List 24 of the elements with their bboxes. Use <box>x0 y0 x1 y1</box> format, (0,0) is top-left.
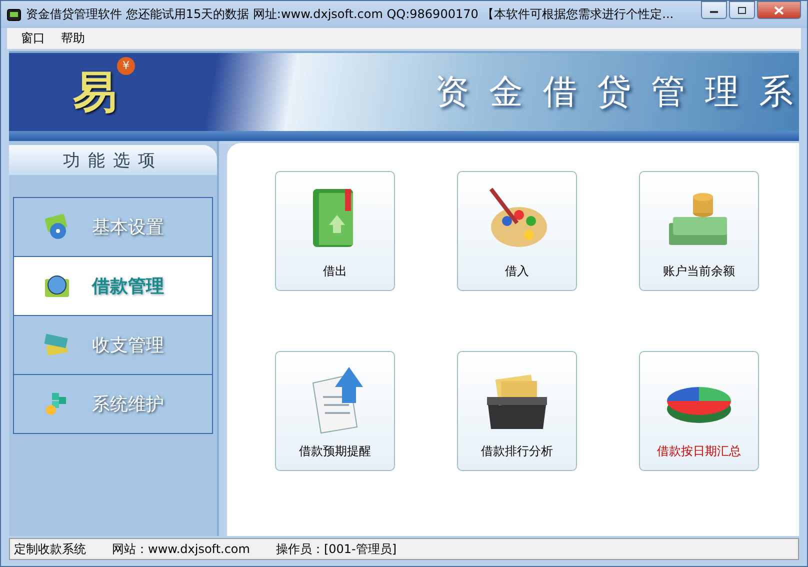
minimize-button[interactable] <box>701 1 727 19</box>
status-text: 定制收款系统 <box>14 540 86 558</box>
maximize-icon <box>737 6 747 14</box>
window-title: 资金借贷管理软件 您还能试用15天的数据 网址:www.dxjsoft.com QQ:986900170 【本软件可根据您需求进行个性定... <box>26 6 675 23</box>
function-tile[interactable]: 借款按日期汇总 <box>639 351 759 471</box>
banner-title: 资金借贷管理系 <box>435 71 807 114</box>
currency-badge: ¥ <box>117 56 135 74</box>
menu-item[interactable]: 帮助 <box>61 30 85 47</box>
globe-icon <box>42 273 72 299</box>
close-button[interactable] <box>757 1 801 19</box>
function-tile[interactable]: 借款预期提醒 <box>275 351 395 471</box>
sidebar-item[interactable]: 借款管理 <box>14 257 212 316</box>
status-text: 网站：www.dxjsoft.com <box>112 540 250 558</box>
maximize-button[interactable] <box>729 1 755 19</box>
sidebar-header: 功能选项 <box>9 145 217 175</box>
function-tile[interactable]: 借出 <box>275 171 395 291</box>
function-tile[interactable]: 借款排行分析 <box>457 351 577 471</box>
function-tile[interactable]: 借入 <box>457 171 577 291</box>
close-icon <box>774 6 784 14</box>
status-text: 操作员：[001-管理员] <box>276 540 397 558</box>
menu-item[interactable]: 窗口 <box>21 30 45 47</box>
logo: 易 <box>73 66 117 120</box>
function-tile[interactable]: 账户当前余额 <box>639 171 759 291</box>
app-icon <box>7 8 21 20</box>
